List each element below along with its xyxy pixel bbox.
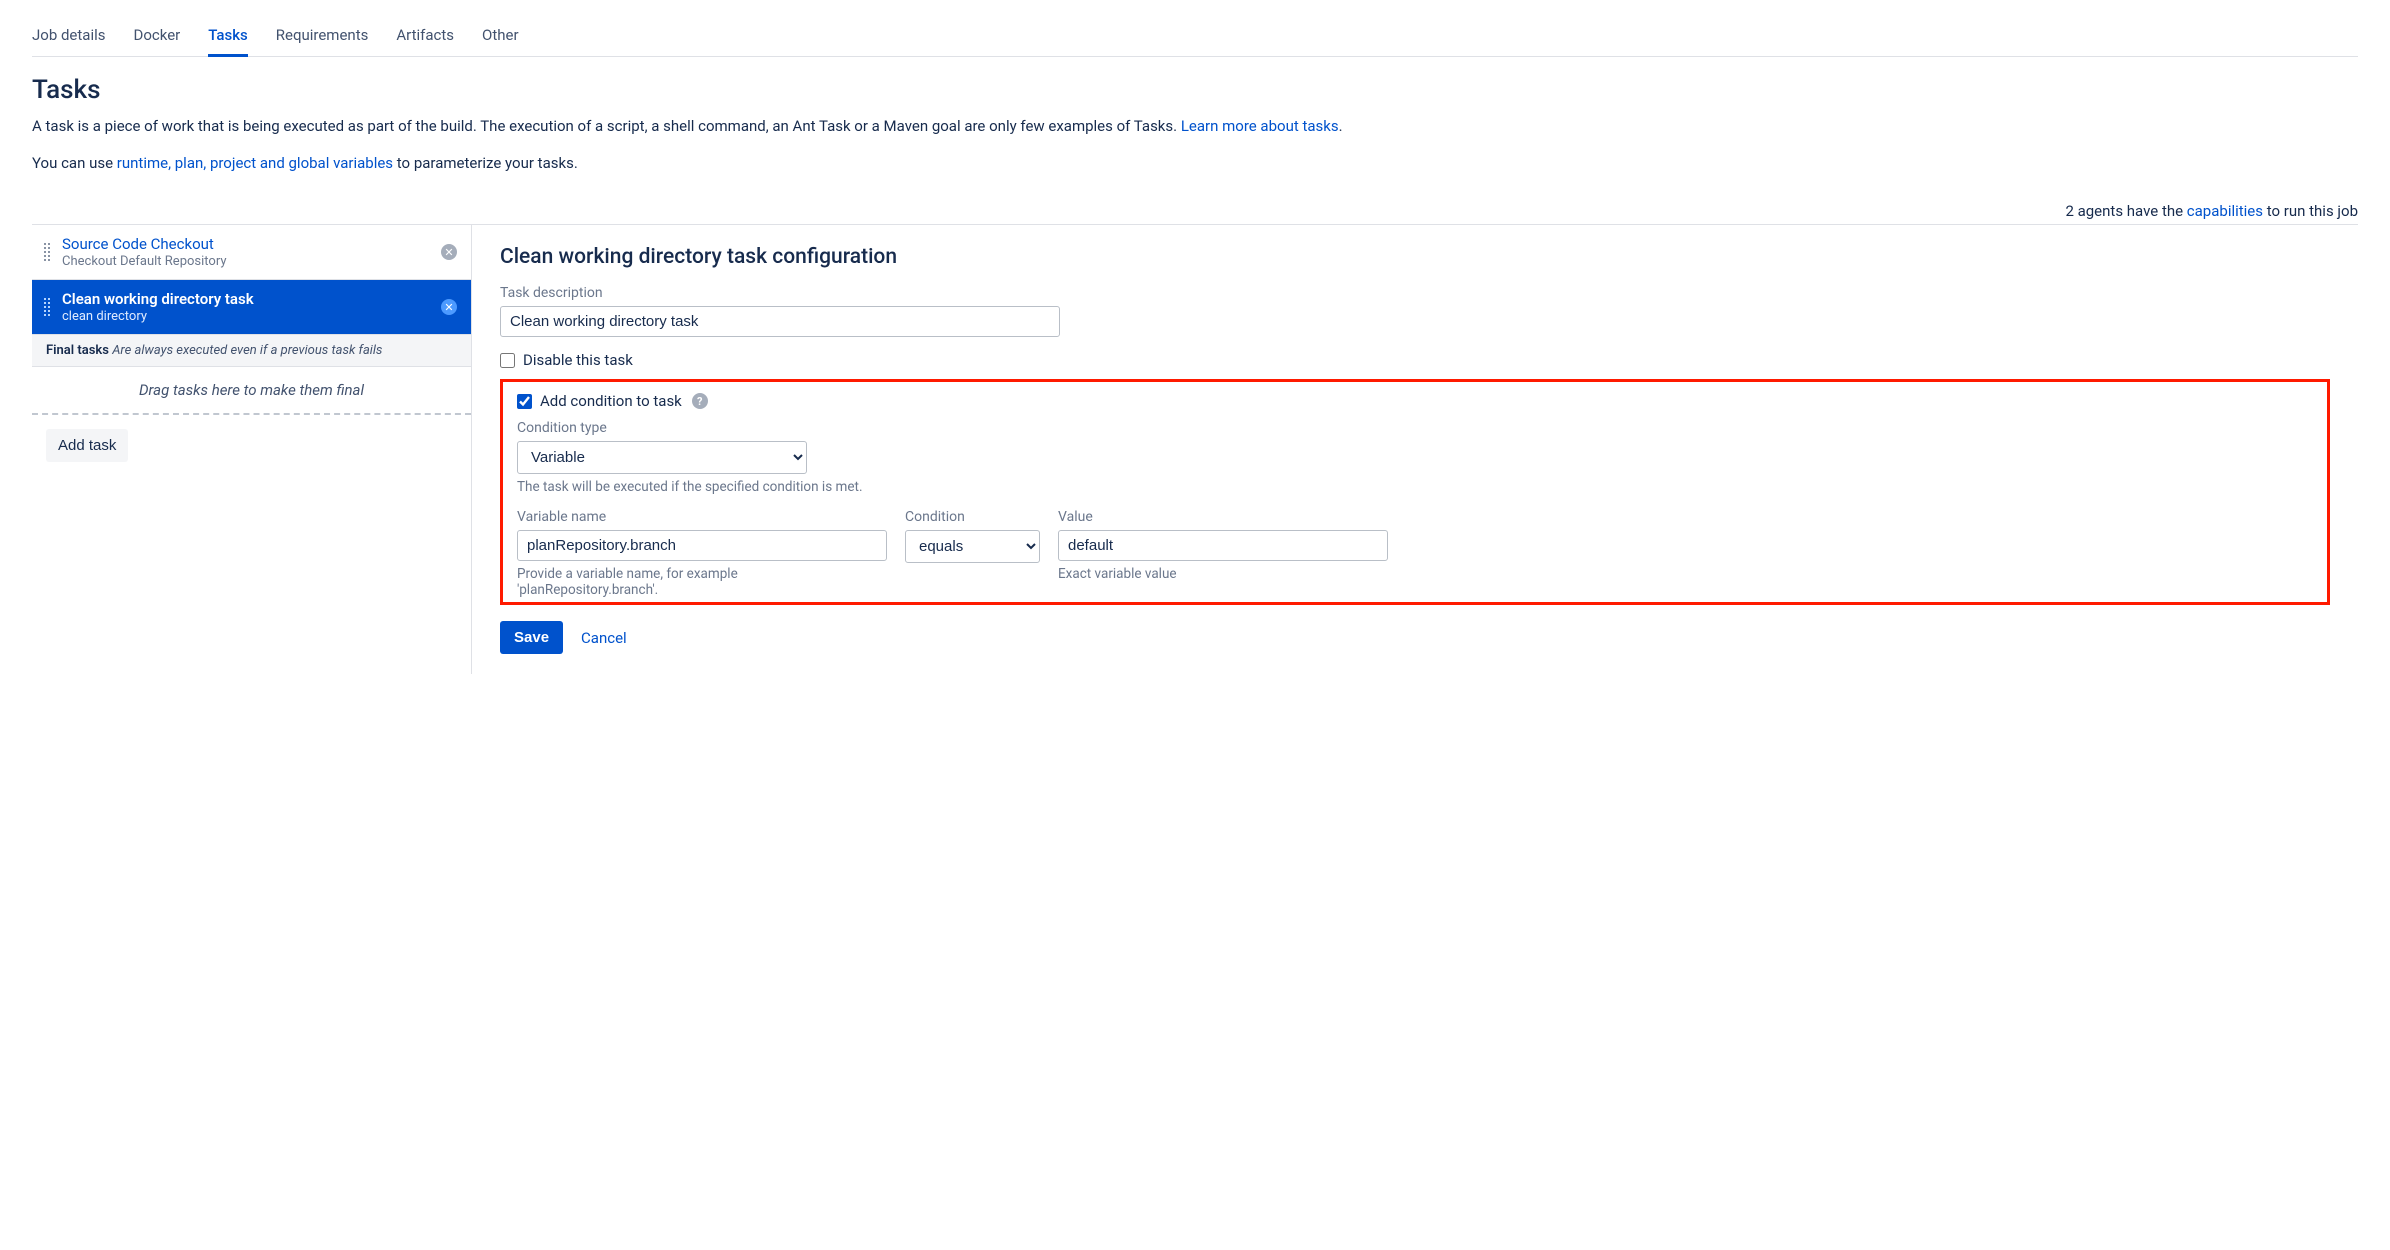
final-tasks-label: Final tasks (46, 343, 109, 358)
variable-name-field: Variable name Provide a variable name, f… (517, 509, 887, 598)
task-subtitle: clean directory (62, 309, 441, 324)
final-tasks-header: Final tasks Are always executed even if … (32, 335, 471, 367)
condition-operator-label: Condition (905, 509, 1040, 525)
final-tasks-hint: Are always executed even if a previous t… (112, 343, 382, 358)
condition-operator-select[interactable]: equals (905, 530, 1040, 563)
drag-handle-icon[interactable] (42, 298, 52, 316)
intro-text-2-post: to parameterize your tasks. (397, 154, 578, 172)
task-description-label: Task description (500, 285, 2330, 301)
tab-tasks[interactable]: Tasks (208, 20, 248, 57)
intro-text-1-period: . (1339, 117, 1343, 135)
cancel-link[interactable]: Cancel (581, 629, 627, 647)
task-row-clean-directory[interactable]: Clean working directory task clean direc… (32, 280, 471, 335)
tab-requirements[interactable]: Requirements (276, 20, 369, 56)
final-tasks-dropzone[interactable]: Drag tasks here to make them final (32, 367, 471, 415)
tab-job-details[interactable]: Job details (32, 20, 106, 56)
capabilities-link[interactable]: capabilities (2187, 202, 2263, 220)
tab-bar: Job details Docker Tasks Requirements Ar… (32, 20, 2358, 57)
variable-name-input[interactable] (517, 530, 887, 561)
variable-name-hint: Provide a variable name, for example 'pl… (517, 566, 837, 598)
task-title: Clean working directory task (62, 290, 441, 308)
condition-operator-field: Condition equals (905, 509, 1040, 598)
agents-post: to run this job (2267, 202, 2358, 220)
remove-task-icon[interactable]: ✕ (441, 299, 457, 315)
disable-task-label: Disable this task (523, 351, 633, 369)
task-description-field: Task description (500, 285, 2330, 337)
intro-text-2-pre: You can use (32, 154, 117, 172)
condition-value-label: Value (1058, 509, 1388, 525)
condition-value-input[interactable] (1058, 530, 1388, 561)
task-config-panel: Clean working directory task configurati… (472, 225, 2358, 674)
disable-task-checkbox[interactable] (500, 353, 515, 368)
tab-other[interactable]: Other (482, 20, 519, 56)
variable-name-label: Variable name (517, 509, 887, 525)
tab-docker[interactable]: Docker (134, 20, 181, 56)
drag-handle-icon[interactable] (42, 243, 52, 261)
condition-details-row: Variable name Provide a variable name, f… (517, 509, 2313, 598)
page-title: Tasks (32, 75, 2358, 105)
task-info: Source Code Checkout Checkout Default Re… (62, 235, 441, 269)
intro-text-1-body: A task is a piece of work that is being … (32, 117, 1181, 135)
config-title: Clean working directory task configurati… (500, 245, 2330, 269)
agents-line: 2 agents have the capabilities to run th… (32, 202, 2358, 220)
condition-highlight-box: Add condition to task ? Condition type V… (500, 379, 2330, 605)
disable-task-row: Disable this task (500, 351, 2330, 369)
help-icon[interactable]: ? (692, 393, 708, 409)
learn-more-link[interactable]: Learn more about tasks (1181, 117, 1339, 135)
add-condition-checkbox[interactable] (517, 394, 532, 409)
task-row-source-checkout[interactable]: Source Code Checkout Checkout Default Re… (32, 225, 471, 280)
add-condition-label: Add condition to task (540, 392, 682, 410)
condition-value-field: Value Exact variable value (1058, 509, 1388, 598)
form-buttons: Save Cancel (500, 621, 2330, 654)
task-description-input[interactable] (500, 306, 1060, 337)
condition-type-hint: The task will be executed if the specifi… (517, 479, 2313, 495)
add-task-button[interactable]: Add task (46, 429, 128, 462)
task-subtitle: Checkout Default Repository (62, 254, 441, 269)
add-condition-row: Add condition to task ? (517, 392, 2313, 410)
condition-type-label: Condition type (517, 420, 2313, 436)
save-button[interactable]: Save (500, 621, 563, 654)
variables-link[interactable]: runtime, plan, project and global variab… (117, 154, 393, 172)
task-title: Source Code Checkout (62, 235, 441, 253)
remove-task-icon[interactable]: ✕ (441, 244, 457, 260)
condition-type-select[interactable]: Variable (517, 441, 807, 474)
task-info: Clean working directory task clean direc… (62, 290, 441, 324)
task-list-panel: Source Code Checkout Checkout Default Re… (32, 225, 472, 674)
condition-type-field: Condition type Variable The task will be… (517, 420, 2313, 495)
split-pane: Source Code Checkout Checkout Default Re… (32, 225, 2358, 674)
condition-value-hint: Exact variable value (1058, 566, 1388, 582)
intro-text-2: You can use runtime, plan, project and g… (32, 152, 2358, 175)
intro-text-1: A task is a piece of work that is being … (32, 115, 2358, 138)
agents-pre: 2 agents have the (2065, 202, 2186, 220)
tab-artifacts[interactable]: Artifacts (396, 20, 454, 56)
